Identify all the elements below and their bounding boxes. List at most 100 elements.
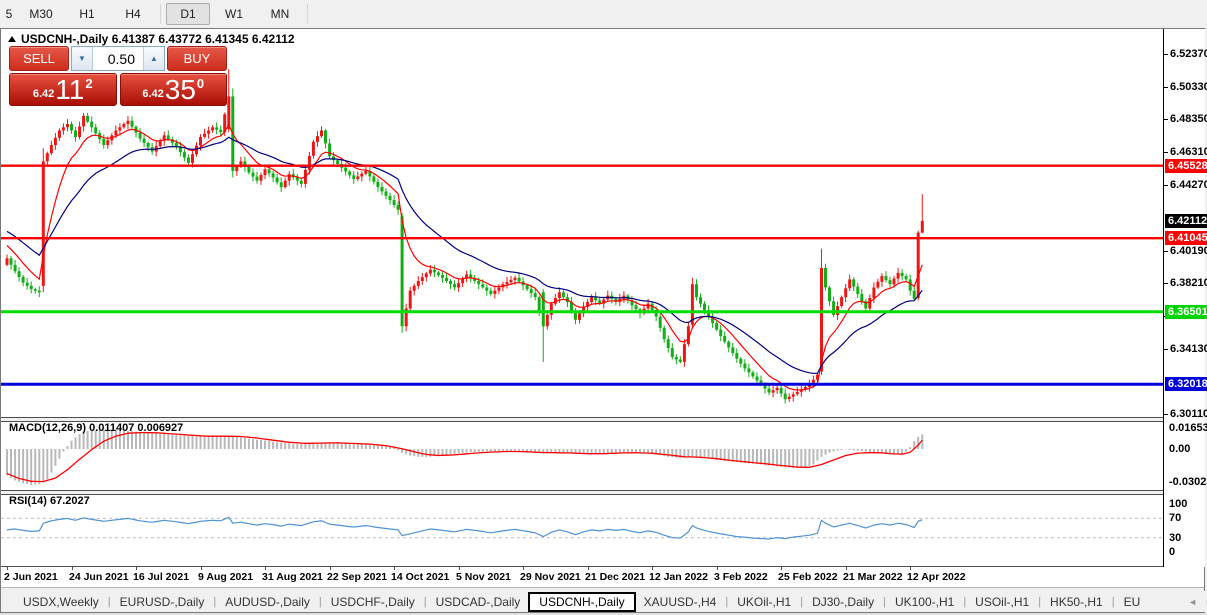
price-tag: 6.42112 <box>1165 214 1207 228</box>
price-axis-tick: 6.30110 <box>1170 408 1207 420</box>
tab-separator: | <box>963 596 966 608</box>
date-tick <box>781 566 782 570</box>
price-axis-tick: 6.50330 <box>1170 81 1207 93</box>
volume-input[interactable] <box>93 47 143 70</box>
tab-separator: | <box>319 596 322 608</box>
chart-tab-usdcnh-daily[interactable]: USDCNH-,Daily <box>528 592 635 612</box>
timeframe-toolbar: 5M30H1H4 D1W1MN <box>0 0 1207 29</box>
chart-tab-usdcad-daily[interactable]: USDCAD-,Daily <box>428 593 529 611</box>
price-tag: 6.45528 <box>1165 159 1207 173</box>
sell-price-panel[interactable]: 6.42 11 2 <box>9 73 117 106</box>
chart-tab-dj30-daily[interactable]: DJ30-,Daily <box>804 593 882 611</box>
date-tick <box>394 566 395 570</box>
date-label: 21 Dec 2021 <box>585 571 645 583</box>
chart-tab-usdchf-daily[interactable]: USDCHF-,Daily <box>323 593 423 611</box>
rsi-indicator-label: RSI(14) 67.2027 <box>9 495 90 507</box>
rsi-axis-tick: 70 <box>1169 512 1181 524</box>
chart-tab-usdx-weekly[interactable]: USDX,Weekly <box>15 593 107 611</box>
tab-separator: | <box>883 596 886 608</box>
price-tag: 6.36501 <box>1165 305 1207 319</box>
macd-indicator-label: MACD(12,26,9) 0.011407 0.006927 <box>9 422 183 434</box>
date-tick <box>265 566 266 570</box>
price-axis-tick: 6.44270 <box>1170 179 1207 191</box>
date-label: 9 Aug 2021 <box>198 571 253 583</box>
rsi-axis-tick: 100 <box>1169 498 1187 510</box>
date-label: 5 Nov 2021 <box>456 571 511 583</box>
date-label: 31 Aug 2021 <box>262 571 323 583</box>
tab-separator: | <box>108 596 111 608</box>
chart-tab-usoil-h1[interactable]: USOil-,H1 <box>967 593 1037 611</box>
chart-ohlc-values: 6.41387 6.43772 6.41345 6.42112 <box>112 32 295 46</box>
date-label: 22 Sep 2021 <box>327 571 387 583</box>
macd-axis-tick: -0.03023 <box>1169 476 1207 488</box>
price-axis-tick: 6.38210 <box>1170 277 1207 289</box>
chart-tab-ukoil-h1[interactable]: UKOil-,H1 <box>729 593 799 611</box>
tab-scroll-left-icon[interactable]: ◄ <box>1188 595 1197 609</box>
timeframe-button-d1[interactable]: D1 <box>166 3 210 25</box>
price-axis-tick: 6.48350 <box>1170 113 1207 125</box>
date-label: 14 Oct 2021 <box>391 571 449 583</box>
buy-button[interactable]: BUY <box>167 46 227 71</box>
date-tick <box>136 566 137 570</box>
sell-price-big: 11 <box>55 76 84 104</box>
date-tick <box>717 566 718 570</box>
sell-price-small: 6.42 <box>33 88 54 100</box>
timeframe-button-mn[interactable]: MN <box>258 3 302 25</box>
price-axis-tick: 6.40190 <box>1170 245 1207 257</box>
date-label: 12 Jan 2022 <box>649 571 708 583</box>
trading-terminal-window: { "toolbar": { "timeframes": [ {"label":… <box>0 0 1207 615</box>
tab-scroll-arrows: ◄ ► <box>1182 595 1207 609</box>
buy-price-small: 6.42 <box>142 88 163 100</box>
volume-decrease-button[interactable]: ▼ <box>72 47 93 70</box>
date-label: 21 Mar 2022 <box>843 571 903 583</box>
timeframe-button-h1[interactable]: H1 <box>65 3 109 25</box>
date-tick <box>846 566 847 570</box>
rsi-chart-canvas[interactable] <box>1 493 1163 566</box>
tab-separator: | <box>725 596 728 608</box>
pane-border <box>1 566 1204 567</box>
price-tag: 6.32018 <box>1165 377 1207 391</box>
date-label: 16 Jul 2021 <box>133 571 189 583</box>
date-tick <box>72 566 73 570</box>
sell-button[interactable]: SELL <box>9 46 69 71</box>
price-axis-tick: 6.34130 <box>1170 343 1207 355</box>
chart-tab-xauusd-h4[interactable]: XAUUSD-,H4 <box>636 593 725 611</box>
macd-axis-tick: 0.00 <box>1169 443 1190 455</box>
timeframe-button-5[interactable]: 5 <box>1 3 17 25</box>
date-tick <box>201 566 202 570</box>
tab-separator: | <box>213 596 216 608</box>
volume-increase-button[interactable]: ▲ <box>143 47 164 70</box>
rsi-line <box>7 517 922 539</box>
chart-title: USDCNH-,Daily 6.41387 6.43772 6.41345 6.… <box>21 32 295 46</box>
collapse-triangle-icon[interactable] <box>8 36 16 42</box>
rsi-axis-tick: 30 <box>1169 532 1181 544</box>
buy-price-sup: 0 <box>197 76 204 91</box>
price-axis-tick: 6.52370 <box>1170 48 1207 60</box>
sell-price-sup: 2 <box>85 76 92 91</box>
timeframe-button-h4[interactable]: H4 <box>111 3 155 25</box>
timeframe-button-m30[interactable]: M30 <box>19 3 63 25</box>
date-tick <box>459 566 460 570</box>
buy-price-big: 35 <box>165 76 196 104</box>
volume-spinner: ▼ ▲ <box>71 46 165 71</box>
chart-title-row: USDCNH-,Daily 6.41387 6.43772 6.41345 6.… <box>8 32 295 46</box>
date-tick <box>588 566 589 570</box>
ma-slow-line <box>7 137 922 373</box>
chart-tab-eurusd-daily[interactable]: EURUSD-,Daily <box>112 593 213 611</box>
date-label: 12 Apr 2022 <box>907 571 966 583</box>
chart-tab-hk50-h1[interactable]: HK50-,H1 <box>1042 593 1111 611</box>
chart-tab-eu[interactable]: EU <box>1116 593 1149 611</box>
timeframe-button-w1[interactable]: W1 <box>212 3 256 25</box>
price-axis-tick: 6.46310 <box>1170 146 1207 158</box>
date-tick <box>910 566 911 570</box>
tab-separator: | <box>1112 596 1115 608</box>
buy-price-panel[interactable]: 6.42 35 0 <box>120 73 228 106</box>
date-tick <box>330 566 331 570</box>
date-tick <box>7 566 8 570</box>
toolbar-separator <box>307 4 308 24</box>
date-label: 25 Feb 2022 <box>778 571 838 583</box>
chart-tab-audusd-daily[interactable]: AUDUSD-,Daily <box>217 593 318 611</box>
date-label: 2 Jun 2021 <box>4 571 58 583</box>
chart-tab-uk100-h1[interactable]: UK100-,H1 <box>887 593 962 611</box>
chart-symbol: USDCNH-,Daily <box>21 32 108 46</box>
